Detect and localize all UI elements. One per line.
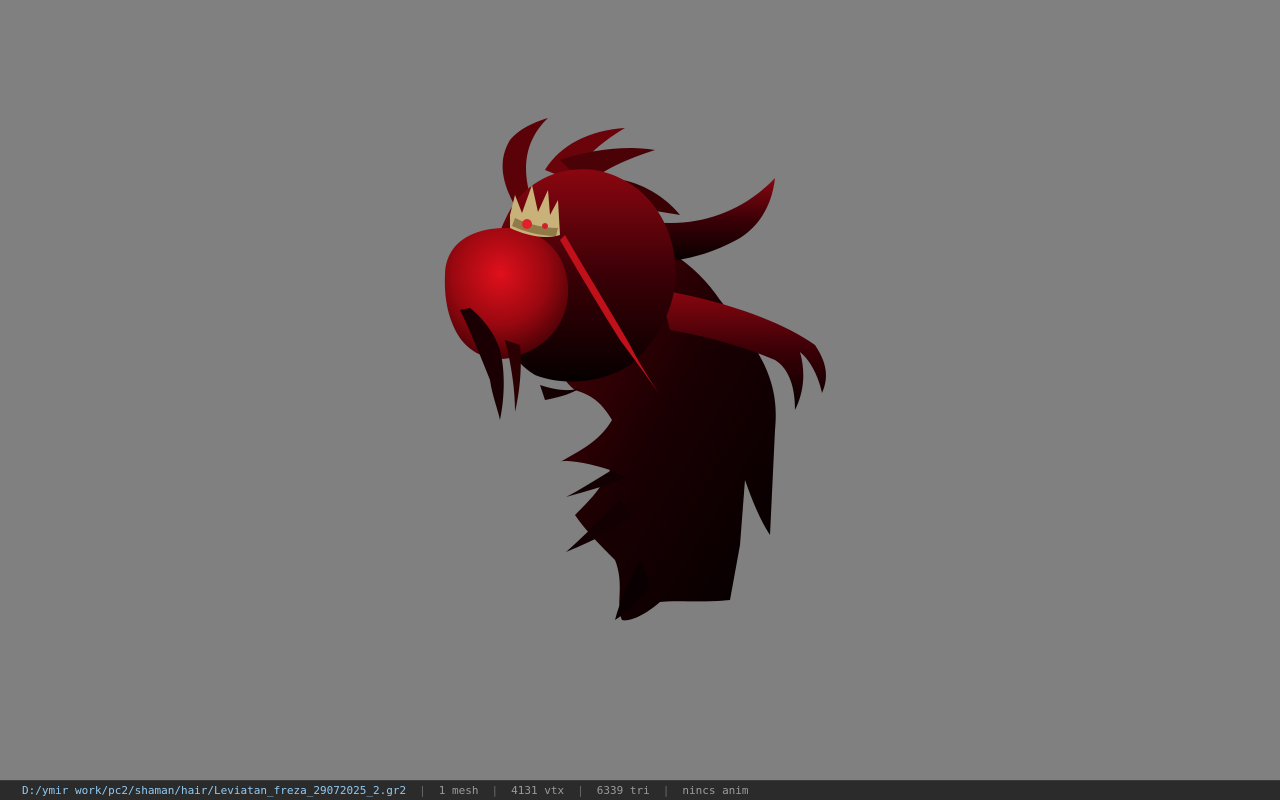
- hair-model-render: [444, 118, 826, 621]
- vertex-count-label: 4131 vtx: [511, 784, 565, 797]
- status-separator: |: [491, 784, 499, 797]
- status-separator: |: [662, 784, 670, 797]
- file-path-label: D:/ymir work/pc2/shaman/hair/Leviatan_fr…: [22, 784, 407, 797]
- triangle-count-label: 6339 tri: [596, 784, 650, 797]
- status-separator: |: [577, 784, 584, 797]
- animation-status-label: nincs anim: [682, 784, 749, 797]
- mesh-count-label: 1 mesh: [438, 784, 479, 797]
- status-bar: D:/ymir work/pc2/shaman/hair/Leviatan_fr…: [0, 780, 1280, 800]
- status-separator: |: [419, 784, 426, 797]
- 3d-viewport[interactable]: [0, 0, 1280, 780]
